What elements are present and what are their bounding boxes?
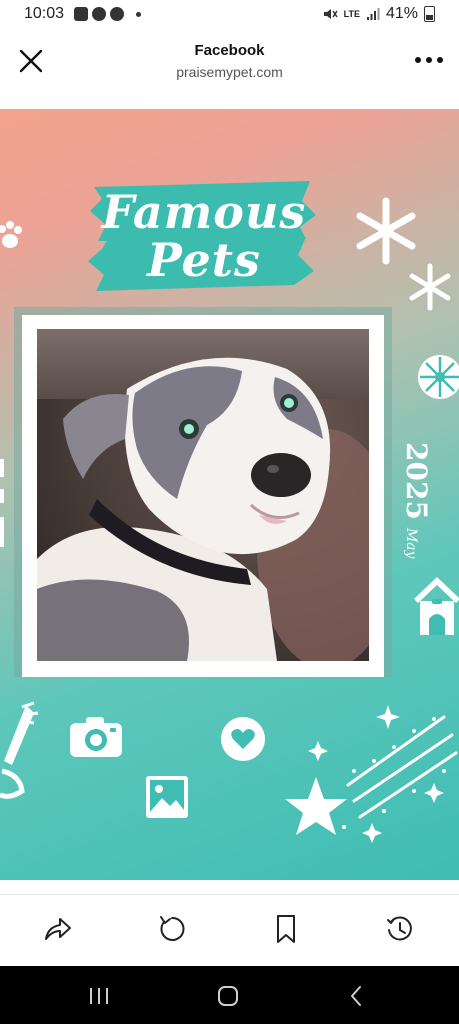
browser-toolbar [0,894,459,967]
heart-icon [221,717,265,761]
bookmark-icon[interactable] [270,913,302,945]
page-url: praisemypet.com [176,64,283,80]
status-bar: 10:03 LTE 41% [0,0,459,30]
bone-toy-icon [0,701,39,799]
network-type: LTE [343,9,360,19]
screen: 10:03 LTE 41% Facebook praisemypet.com F… [0,0,459,1024]
date-year: 2025 [400,442,433,520]
more-notifications-icon [136,11,141,17]
left-edge-text-fragment [0,459,4,547]
home-icon[interactable] [215,984,241,1008]
date-month: May [403,527,419,559]
snowflake-icon [356,197,416,265]
share-icon[interactable] [42,913,74,945]
history-icon[interactable] [384,913,416,945]
ball-toy-icon [418,355,459,399]
dog-house-icon [414,577,459,635]
facebook-notification-icon [92,7,106,21]
recent-apps-icon[interactable] [86,984,112,1008]
side-date-text: 2025 May [400,442,433,562]
dog-illustration [37,329,369,661]
notification-icons [74,7,141,21]
refresh-icon[interactable] [156,913,188,945]
page-title: Facebook [194,42,265,59]
back-icon[interactable] [344,984,370,1008]
dog-photo [37,329,369,661]
mute-icon [323,9,338,19]
paw-print-icon [0,221,22,248]
more-icon[interactable] [415,54,443,66]
browser-header: Facebook praisemypet.com [0,30,459,93]
battery-percent: 41% [385,5,418,22]
gallery-notification-icon [74,7,88,21]
camera-icon [70,717,122,757]
facebook-notification-icon-2 [110,7,124,21]
banner-title-line2: Pets [147,233,261,287]
snowflake-small-icon [409,263,451,311]
banner-title-line1: Famous [101,185,307,239]
picture-icon [146,776,188,818]
system-navigation-bar [0,966,459,1024]
famous-pets-banner: Famous Pets 2025 May [0,109,459,880]
status-right: LTE 41% [322,5,435,23]
battery-icon [424,6,435,22]
content-gap [0,92,459,109]
side-date: 2025 May [388,439,448,559]
signal-icon [366,8,380,20]
shooting-star-icon [285,705,458,843]
status-time: 10:03 [24,5,65,22]
